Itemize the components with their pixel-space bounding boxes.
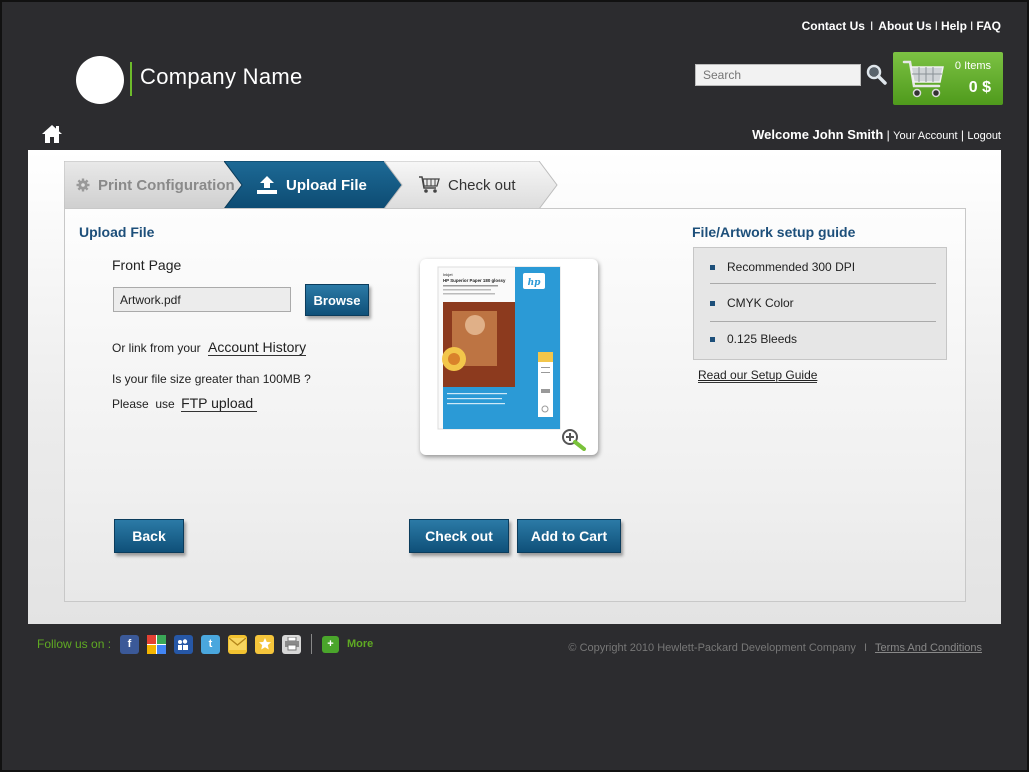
guide-item: Recommended 300 DPI (710, 249, 936, 285)
more-link[interactable]: More (347, 638, 373, 650)
cart-item-count: 0 Items (954, 60, 991, 72)
about-us-link[interactable]: About Us (878, 19, 931, 33)
upload-icon (257, 176, 277, 194)
google-icon[interactable] (147, 634, 166, 654)
wizard-steps: Print Configuration Upload File Check ou… (64, 161, 564, 209)
main-panel: Print Configuration Upload File Check ou… (28, 150, 1001, 624)
front-page-label: Front Page (112, 257, 182, 273)
guide-item-text: Recommended 300 DPI (727, 260, 856, 274)
upload-content-panel: Upload File Front Page Browse Or link fr… (64, 208, 966, 602)
wizard-step-print-configuration[interactable]: Print Configuration (64, 161, 242, 209)
wizard-step-label: Print Configuration (98, 176, 235, 194)
paper-preview-image: hp Inkjet HP Superior Paper 180 glossy (437, 266, 561, 430)
copyright-text: © Copyright 2010 Hewlett-Packard Develop… (568, 642, 856, 654)
contact-us-link[interactable]: Contact Us (802, 19, 865, 33)
checkout-button[interactable]: Check out (409, 519, 509, 553)
shopping-cart-icon (419, 176, 440, 193)
faq-link[interactable]: FAQ (976, 19, 1001, 33)
your-account-link[interactable]: Your Account (893, 130, 957, 142)
preview-brand: hp (528, 278, 542, 288)
welcome-bar: Welcome John Smith | Your Account | Logo… (752, 127, 1001, 142)
print-icon[interactable] (282, 634, 301, 654)
upload-section-title: Upload File (79, 224, 155, 240)
bullet-icon (710, 300, 715, 306)
guide-item-text: CMYK Color (727, 296, 794, 310)
wizard-step-upload-file[interactable]: Upload File (224, 161, 402, 209)
bullet-icon (710, 264, 715, 270)
file-size-question: Is your file size greater than 100MB ? (112, 372, 311, 386)
add-to-cart-button[interactable]: Add to Cart (517, 519, 621, 553)
facebook-icon[interactable]: f (120, 634, 139, 654)
shopping-cart-icon (901, 56, 947, 107)
browse-button[interactable]: Browse (305, 284, 369, 316)
back-button[interactable]: Back (114, 519, 184, 553)
follow-us-label: Follow us on : (37, 637, 112, 651)
guide-item: 0.125 Bleeds (710, 321, 936, 357)
file-preview-thumbnail[interactable]: hp Inkjet HP Superior Paper 180 glossy (420, 259, 598, 455)
help-link[interactable]: Help (941, 19, 967, 33)
preview-product-title: HP Superior Paper 180 glossy (443, 278, 506, 283)
company-name[interactable]: Company Name (140, 64, 303, 90)
favorite-star-icon[interactable] (255, 634, 274, 654)
logo-divider (130, 62, 132, 96)
cart-button[interactable]: 0 Items 0 $ (893, 52, 1003, 105)
terms-link[interactable]: Terms And Conditions (875, 642, 982, 654)
account-history-row: Or link from your Account History (112, 339, 307, 356)
logout-link[interactable]: Logout (967, 130, 1001, 142)
plus-icon[interactable]: + (322, 635, 339, 653)
mail-icon[interactable] (228, 634, 247, 654)
guide-item: CMYK Color (710, 285, 936, 321)
cart-total: 0 $ (968, 79, 991, 96)
read-setup-guide-link[interactable]: Read our Setup Guide (698, 368, 818, 383)
ftp-prefix: Please use (112, 397, 175, 411)
search-icon[interactable] (864, 63, 888, 87)
account-history-link[interactable]: Account History (208, 339, 307, 356)
setup-guide-box: Recommended 300 DPI CMYK Color 0.125 Ble… (693, 247, 947, 360)
myspace-icon[interactable] (174, 634, 193, 654)
wizard-step-label: Upload File (286, 176, 367, 194)
social-icons: f t + More (120, 634, 373, 654)
ftp-row: Please use FTP upload (112, 395, 258, 412)
twitter-icon[interactable]: t (201, 634, 220, 654)
home-icon[interactable] (41, 124, 63, 149)
top-links: Contact Us I About Us I Help I FAQ (801, 19, 1001, 33)
copyright-separator: I (863, 642, 867, 654)
guide-divider (710, 283, 936, 284)
wizard-step-check-out[interactable]: Check out (384, 161, 559, 209)
wizard-step-label: Check out (448, 176, 516, 194)
copyright-bar: © Copyright 2010 Hewlett-Packard Develop… (568, 642, 982, 654)
guide-title: File/Artwork setup guide (692, 224, 856, 240)
social-divider (311, 634, 312, 654)
gear-icon (76, 178, 90, 192)
search-input[interactable] (695, 64, 861, 86)
ftp-upload-link[interactable]: FTP upload (181, 395, 258, 412)
account-history-prefix: Or link from your (112, 341, 201, 355)
zoom-icon[interactable] (560, 427, 588, 456)
file-path-field[interactable] (113, 287, 291, 312)
bullet-icon (710, 336, 715, 342)
preview-product-name: Inkjet (443, 272, 453, 277)
guide-item-text: 0.125 Bleeds (727, 332, 798, 346)
company-logo[interactable] (76, 56, 124, 104)
welcome-text: Welcome John Smith (752, 127, 884, 142)
